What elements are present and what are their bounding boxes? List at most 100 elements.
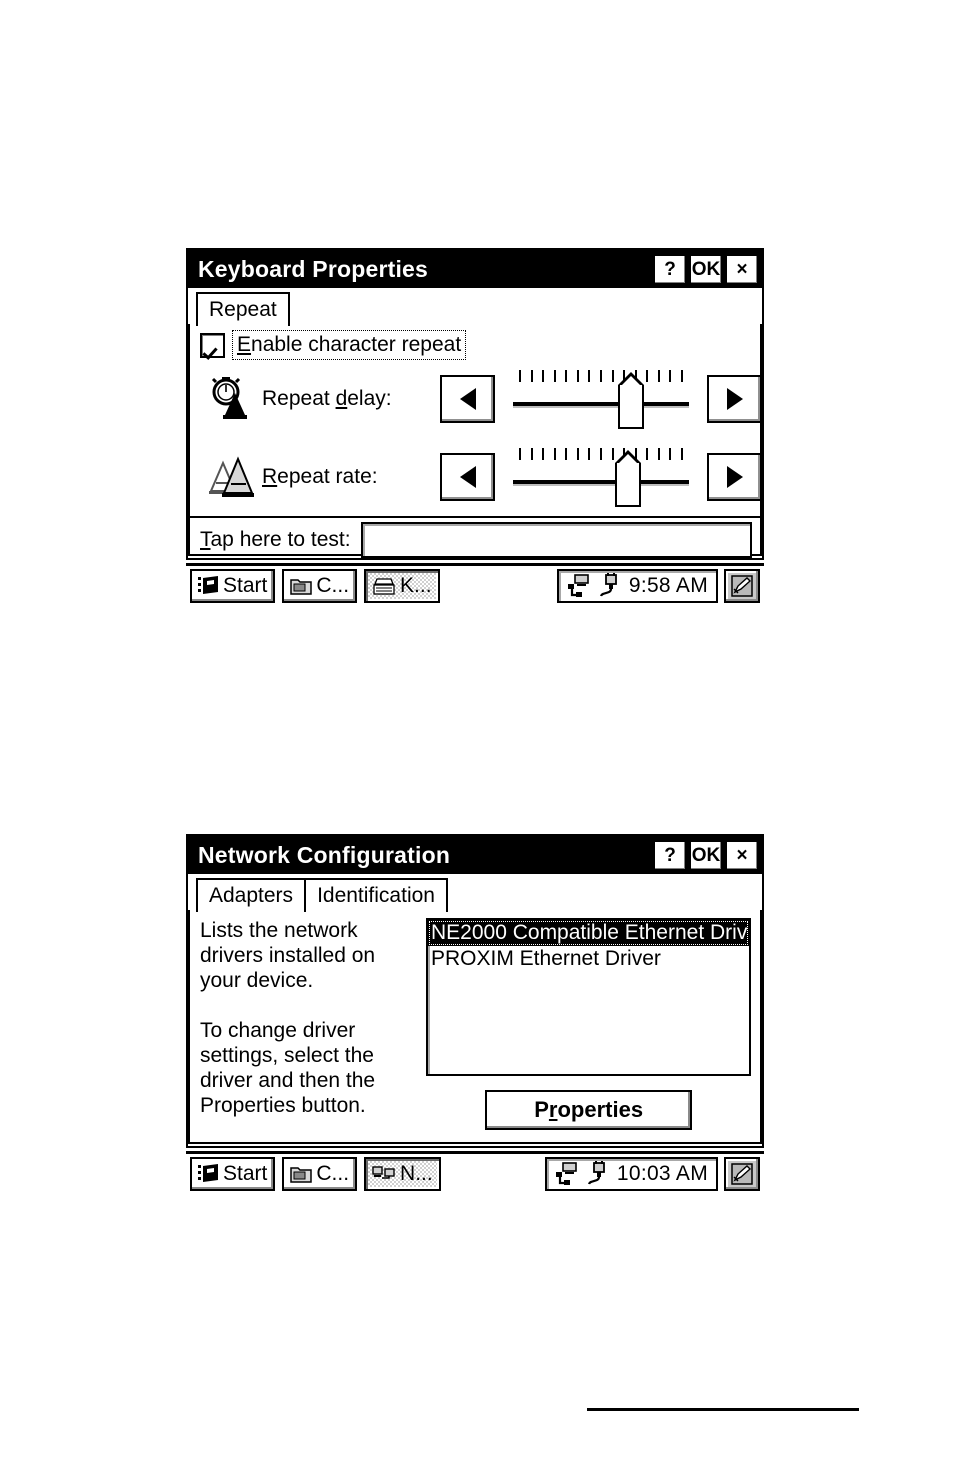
tap-to-test-label-rest: ap here to test:: [210, 528, 351, 551]
enable-character-repeat-row[interactable]: Enable character repeat: [190, 324, 760, 360]
taskbar-item-network-label: N...: [400, 1161, 433, 1185]
adapters-button-row: Pr operties: [426, 1090, 751, 1130]
repeat-delay-track: [513, 402, 689, 408]
network-taskbar: Start C... N... 10:03 AM: [186, 1151, 764, 1193]
close-button[interactable]: ×: [726, 254, 758, 284]
network-tab-page: Lists the network drivers installed on y…: [188, 910, 762, 1144]
tap-to-test-row: Tap here to test:: [190, 516, 760, 562]
taskbar-item-control-panel[interactable]: C...: [282, 568, 358, 603]
clock: 10:03 AM: [616, 1161, 708, 1185]
start-button-label: Start: [223, 1161, 268, 1185]
close-button[interactable]: ×: [726, 840, 758, 870]
network-titlebar: Network Configuration ? OK ×: [188, 836, 762, 874]
keyboard-taskbar: Start C... K... 9:58 AM: [186, 563, 764, 605]
repeat-delay-label-rest: elay:: [347, 387, 392, 410]
network-titlebar-buttons: ? OK ×: [654, 840, 758, 870]
properties-label-prefix: P: [534, 1097, 549, 1122]
double-letter-a-icon: [200, 453, 262, 501]
start-button[interactable]: Start: [190, 568, 276, 603]
repeat-delay-ticks: [519, 370, 683, 382]
list-item[interactable]: PROXIM Ethernet Driver: [428, 946, 749, 972]
repeat-delay-label: Repeat delay:: [262, 387, 440, 411]
properties-label-rest: operties: [557, 1097, 644, 1122]
checkbox-label-rest: nable character repeat: [251, 333, 462, 356]
taskbar-item-keyboard-label: K...: [400, 573, 432, 597]
checkbox-accel-char: E: [237, 333, 252, 356]
power-plug-icon[interactable]: [586, 1160, 612, 1187]
network-tabstrip: Adapters Identification: [188, 878, 762, 914]
adapters-right-column: NE2000 Compatible Ethernet Driv PROXIM E…: [418, 918, 752, 1130]
taskbar-item-keyboard[interactable]: K...: [364, 568, 440, 603]
stylus-pen-icon[interactable]: [724, 568, 760, 603]
ok-button[interactable]: OK: [690, 840, 722, 870]
network-icon: [372, 1165, 395, 1179]
taskbar-item-network[interactable]: N...: [364, 1156, 441, 1191]
tab-repeat[interactable]: Repeat: [196, 292, 290, 328]
properties-button[interactable]: Pr operties: [485, 1090, 693, 1130]
network-configuration-window: Network Configuration ? OK × Adapters Id…: [186, 834, 764, 1148]
keyboard-titlebar-buttons: ? OK ×: [654, 254, 758, 284]
power-plug-icon[interactable]: [598, 572, 624, 599]
tap-to-test-input[interactable]: [360, 522, 752, 558]
repeat-rate-row: Repeat rate:: [190, 438, 762, 516]
repeat-delay-thumb[interactable]: [618, 372, 644, 429]
stopwatch-letter-a-icon: [200, 375, 262, 423]
stylus-pen-icon[interactable]: [724, 1156, 760, 1191]
page-footer-rule: [587, 1408, 859, 1411]
start-button-label: Start: [223, 573, 268, 597]
tap-to-test-label: Tap here to test:: [200, 528, 351, 552]
keyboard-tabstrip: Repeat: [188, 292, 762, 328]
control-panel-icon: [290, 1166, 313, 1183]
taskbar-item-control-panel[interactable]: C...: [282, 1156, 358, 1191]
enable-character-repeat-checkbox[interactable]: [200, 332, 225, 358]
keyboard-icon: [373, 577, 395, 595]
repeat-rate-slider[interactable]: [513, 446, 689, 508]
clock: 9:58 AM: [628, 573, 708, 597]
help-button[interactable]: ?: [654, 840, 686, 870]
repeat-rate-accel: R: [262, 465, 278, 488]
tab-adapters-label: Adapters: [209, 884, 294, 907]
triangle-right-icon: [726, 388, 743, 410]
keyboard-title: Keyboard Properties: [198, 255, 429, 282]
keyboard-properties-window: Keyboard Properties ? OK × Repeat Enable…: [186, 248, 764, 560]
triangle-left-icon: [459, 466, 476, 488]
repeat-delay-increment-button[interactable]: [707, 375, 762, 423]
control-panel-icon: [290, 578, 313, 595]
enable-character-repeat-label: Enable character repeat: [232, 330, 467, 360]
list-item-label: PROXIM Ethernet Driver: [431, 947, 661, 970]
repeat-delay-decrement-button[interactable]: [440, 375, 495, 423]
taskbar-item-control-panel-label: C...: [316, 1161, 350, 1185]
adapters-description: Lists the network drivers installed on y…: [200, 919, 376, 1117]
adapters-panel: Lists the network drivers installed on y…: [190, 910, 760, 1136]
system-tray: 10:03 AM: [544, 1156, 718, 1191]
help-button[interactable]: ?: [654, 254, 686, 284]
properties-accel: r: [548, 1097, 558, 1122]
list-item[interactable]: NE2000 Compatible Ethernet Driv: [428, 920, 750, 946]
repeat-delay-label-prefix: Repeat: [262, 387, 336, 410]
tab-repeat-label: Repeat: [209, 298, 277, 321]
adapter-listbox[interactable]: NE2000 Compatible Ethernet Driv PROXIM E…: [426, 918, 752, 1076]
ok-button[interactable]: OK: [690, 254, 722, 284]
repeat-rate-label: Repeat rate:: [262, 465, 440, 489]
repeat-rate-thumb[interactable]: [615, 450, 641, 507]
repeat-rate-ticks: [519, 448, 683, 460]
network-pc-icon[interactable]: [567, 573, 593, 599]
tab-identification[interactable]: Identification: [304, 878, 448, 912]
triangle-right-icon: [726, 466, 743, 488]
system-tray: 9:58 AM: [556, 568, 718, 603]
repeat-rate-track: [513, 480, 689, 486]
keyboard-titlebar: Keyboard Properties ? OK ×: [188, 250, 762, 288]
list-item-label: NE2000 Compatible Ethernet Driv: [431, 921, 748, 944]
repeat-rate-label-rest: epeat rate:: [277, 465, 378, 488]
tab-adapters[interactable]: Adapters: [196, 878, 307, 914]
taskbar-item-control-panel-label: C...: [316, 573, 350, 597]
repeat-rate-decrement-button[interactable]: [440, 453, 495, 501]
windows-flag-icon: [198, 575, 218, 594]
windows-flag-icon: [198, 1163, 218, 1182]
repeat-rate-increment-button[interactable]: [707, 453, 762, 501]
repeat-delay-slider[interactable]: [513, 368, 689, 430]
network-pc-icon[interactable]: [555, 1161, 581, 1187]
network-title: Network Configuration: [198, 841, 451, 868]
tap-to-test-accel: T: [200, 528, 211, 551]
start-button[interactable]: Start: [190, 1156, 276, 1191]
